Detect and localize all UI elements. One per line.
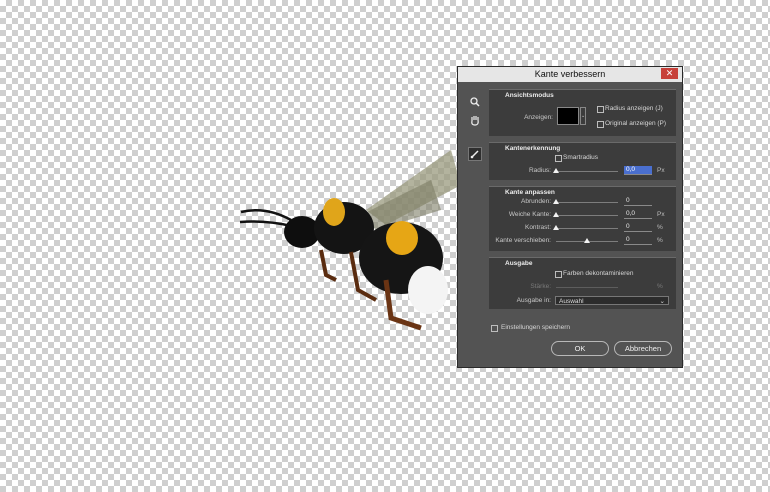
view-mode-section: Ansichtsmodus Anzeigen: ⌄ Radius anzeige… <box>489 89 676 136</box>
smart-radius-label: Smartradius <box>563 154 599 161</box>
edge-detection-title: Kantenerkennung <box>505 145 561 152</box>
radius-slider[interactable] <box>553 168 618 173</box>
original-show-label: Original anzeigen (P) <box>605 120 667 127</box>
chevron-down-icon: ⌄ <box>581 113 586 119</box>
decontaminate-label: Farben dekontaminieren <box>563 270 634 277</box>
edge-detection-section: Kantenerkennung Smartradius Radius: 0,0 … <box>489 142 676 180</box>
output-to-value: Auswahl <box>559 298 584 305</box>
shift-edge-value-input[interactable]: 0 <box>624 236 652 245</box>
cancel-button[interactable]: Abbrechen <box>614 341 672 356</box>
remember-settings-checkbox[interactable] <box>491 325 498 332</box>
feather-label: Weiche Kante: <box>508 211 551 218</box>
output-title: Ausgabe <box>505 260 533 267</box>
shift-edge-slider-thumb[interactable] <box>584 238 590 243</box>
zoom-icon[interactable] <box>468 95 482 109</box>
tool-column <box>468 95 482 165</box>
view-mode-title: Ansichtsmodus <box>505 92 554 99</box>
contrast-label: Kontrast: <box>524 224 551 231</box>
amount-slider <box>556 287 618 288</box>
decontaminate-checkbox[interactable] <box>555 271 562 278</box>
radius-slider-thumb[interactable] <box>553 168 559 173</box>
ok-button[interactable]: OK <box>551 341 609 356</box>
smooth-value-input[interactable]: 0 <box>624 197 652 206</box>
smooth-label: Abrunden: <box>521 198 551 205</box>
radius-value-input[interactable]: 0,0 <box>624 166 652 175</box>
smooth-slider-thumb[interactable] <box>553 199 559 204</box>
close-icon[interactable]: ✕ <box>661 68 678 79</box>
shift-edge-slider[interactable] <box>556 238 618 243</box>
feather-slider-thumb[interactable] <box>553 212 559 217</box>
output-section: Ausgabe Farben dekontaminieren Stärke: %… <box>489 257 676 309</box>
adjust-edge-section: Kante anpassen Abrunden: 0 Weiche Kante:… <box>489 186 676 251</box>
refine-edge-dialog: Kante verbessern ✕ Ansichtsmodus Anzeige… <box>457 66 683 368</box>
shift-edge-unit: % <box>657 237 663 244</box>
amount-label: Stärke: <box>530 283 551 290</box>
output-to-label: Ausgabe in: <box>516 297 551 304</box>
show-label: Anzeigen: <box>524 114 553 121</box>
adjust-edge-title: Kante anpassen <box>505 189 555 196</box>
radius-show-label: Radius anzeigen (J) <box>605 105 663 112</box>
dialog-titlebar: Kante verbessern ✕ <box>458 67 682 82</box>
radius-show-checkbox[interactable] <box>597 106 604 113</box>
radius-unit: Px <box>657 167 665 174</box>
bumblebee-image <box>239 150 461 331</box>
smart-radius-checkbox[interactable] <box>555 155 562 162</box>
chevron-down-icon: ⌄ <box>659 298 665 305</box>
hand-icon[interactable] <box>468 113 482 127</box>
smooth-slider[interactable] <box>553 199 618 204</box>
dialog-content: Ansichtsmodus Anzeigen: ⌄ Radius anzeige… <box>489 89 676 359</box>
refine-radius-brush-icon[interactable] <box>468 147 482 161</box>
radius-label: Radius: <box>528 167 551 174</box>
contrast-slider[interactable] <box>553 225 618 230</box>
shift-edge-label: Kante verschieben: <box>495 237 551 244</box>
output-to-dropdown[interactable]: Auswahl ⌄ <box>555 296 669 305</box>
remember-settings-label: Einstellungen speichern <box>501 324 571 331</box>
feather-value-input[interactable]: 0,0 <box>624 210 652 219</box>
view-preview-swatch[interactable] <box>557 107 579 125</box>
feather-slider[interactable] <box>553 212 618 217</box>
original-show-checkbox[interactable] <box>597 121 604 128</box>
view-mode-dropdown[interactable]: ⌄ <box>580 107 586 125</box>
dialog-title: Kante verbessern <box>534 69 606 79</box>
amount-unit: % <box>657 283 663 290</box>
contrast-unit: % <box>657 224 663 231</box>
feather-unit: Px <box>657 211 665 218</box>
contrast-value-input[interactable]: 0 <box>624 223 652 232</box>
contrast-slider-thumb[interactable] <box>553 225 559 230</box>
